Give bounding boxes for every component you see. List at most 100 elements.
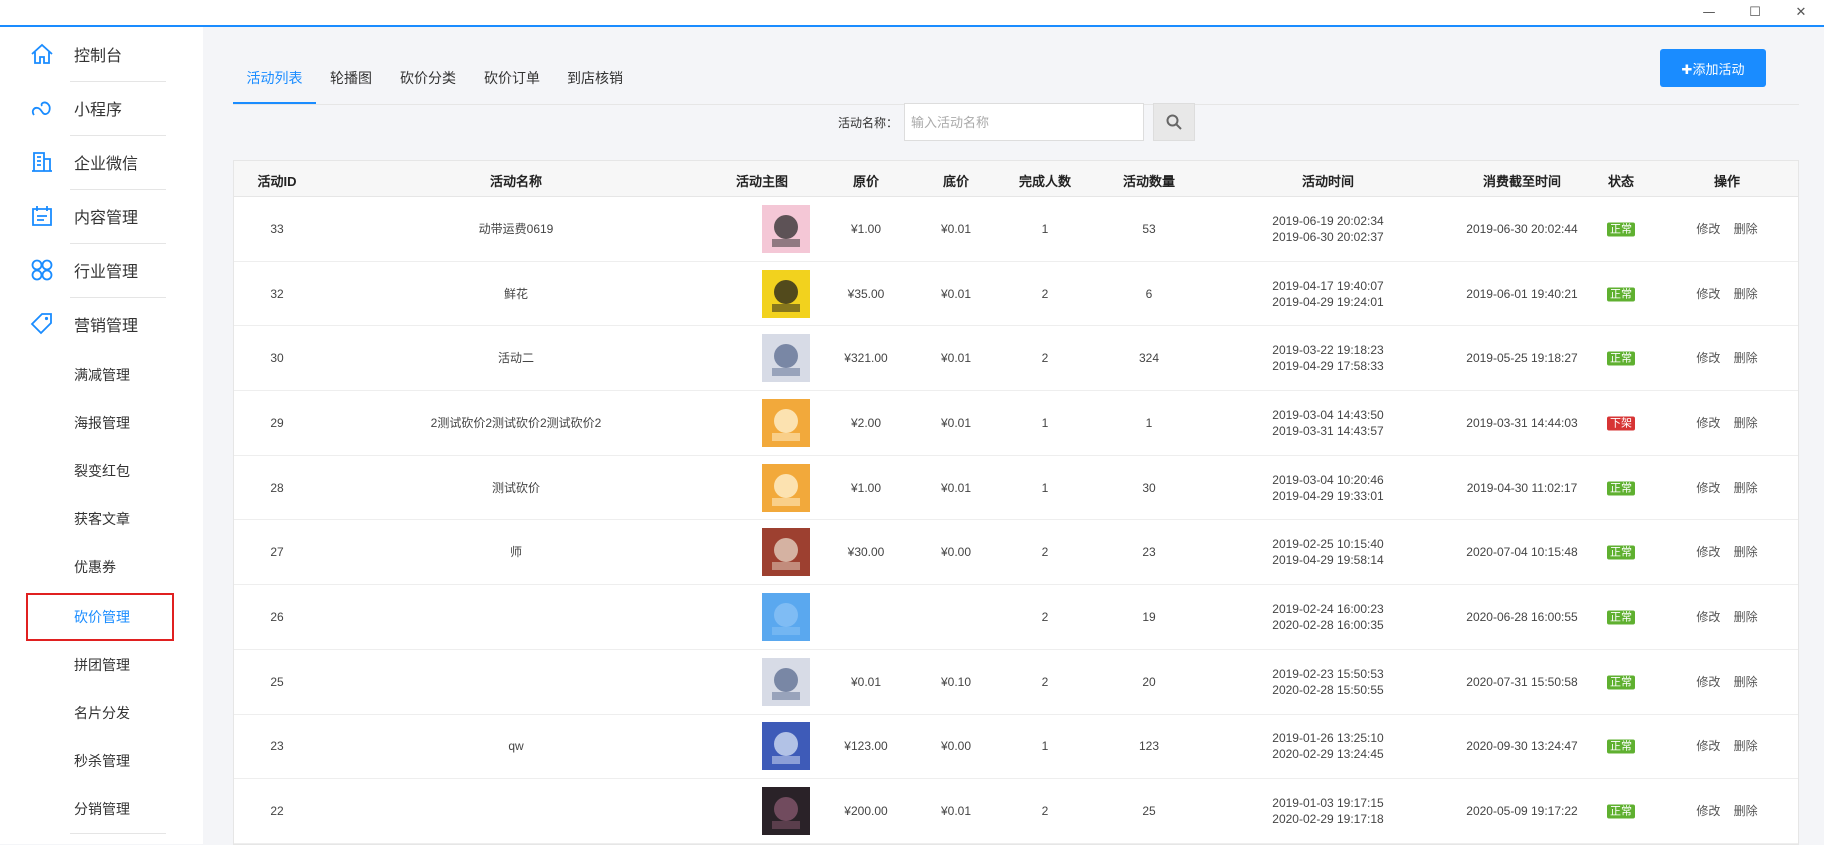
sidebar-item-wecom[interactable]: 企业微信	[0, 135, 203, 189]
end-time: 2020-02-28 16:00:35	[1272, 617, 1384, 632]
header-cell: 状态	[1607, 174, 1635, 189]
delete-link[interactable]: 删除	[1734, 481, 1758, 495]
sidebar-sub-item[interactable]: 分销管理	[0, 785, 203, 833]
header-cell: 活动主图	[735, 174, 789, 189]
edit-link[interactable]: 修改	[1696, 416, 1720, 430]
delete-link[interactable]: 删除	[1734, 222, 1758, 236]
edit-link[interactable]: 修改	[1696, 610, 1720, 624]
minimize-icon[interactable]: —	[1686, 0, 1732, 25]
tab-activity-list[interactable]: 活动列表	[233, 68, 316, 104]
sidebar-sub-item[interactable]: 海报管理	[0, 399, 203, 447]
cell-name: 2测试砍价2测试砍价2测试砍价2	[430, 415, 602, 430]
sidebar-item-marketing[interactable]: 营销管理	[0, 297, 203, 351]
cell-quantity: 20	[1142, 674, 1156, 689]
edit-link[interactable]: 修改	[1696, 287, 1720, 301]
sidebar-sub-item[interactable]: 获客文章	[0, 495, 203, 543]
edit-link[interactable]: 修改	[1696, 545, 1720, 559]
cell-floor-price: ¥0.01	[940, 221, 972, 236]
header-cell: 活动数量	[1122, 174, 1176, 189]
activity-image	[762, 592, 810, 641]
sidebar-sub-item[interactable]: 拼团管理	[0, 641, 203, 689]
search-button[interactable]	[1153, 103, 1196, 141]
edit-link[interactable]: 修改	[1696, 481, 1720, 495]
sidebar-sub-item[interactable]: 名片分发	[0, 689, 203, 737]
maximize-icon[interactable]: ☐	[1732, 0, 1778, 25]
cell-id: 22	[270, 804, 284, 819]
add-activity-button[interactable]: ✚添加活动	[1660, 49, 1766, 87]
cell-expire-time: 2019-06-01 19:40:21	[1466, 286, 1578, 301]
home-icon	[31, 43, 53, 64]
sidebar-sub-label: 海报管理	[74, 415, 130, 431]
table-row: 30 活动二 ¥321.00 ¥0.01 2 324 2019-03-22 19:18:23…	[234, 326, 1798, 392]
cell-expire-time: 2019-05-25 19:18:27	[1466, 351, 1578, 366]
edit-link[interactable]: 修改	[1696, 804, 1720, 818]
close-icon[interactable]: ✕	[1778, 0, 1824, 25]
cell-activity-time: 2019-02-23 15:50:53 2020-02-28 15:50:55	[1272, 666, 1383, 698]
cell-floor-price: ¥0.01	[940, 286, 972, 301]
status-badge: 正常	[1607, 287, 1635, 302]
edit-link[interactable]: 修改	[1696, 675, 1720, 689]
delete-link[interactable]: 删除	[1734, 804, 1758, 818]
tab-bar: 活动列表 轮播图 砍价分类 砍价订单 到店核销 ✚添加活动	[233, 45, 1799, 105]
table-row: 28 测试砍价 ¥1.00 ¥0.01 1 30 2019-03-04 10:20:46 20…	[234, 456, 1798, 521]
sidebar-item-mini-program[interactable]: 小程序	[0, 81, 203, 135]
delete-link[interactable]: 删除	[1734, 351, 1758, 365]
sidebar-item-industry[interactable]: 行业管理	[0, 243, 203, 297]
sidebar: 控制台 小程序 企业微信 内容管理 行业管理 营销管理 满减管理 海报管理 裂变…	[0, 27, 203, 844]
cell-id: 27	[270, 545, 284, 560]
sidebar-sub-label: 获客文章	[74, 511, 130, 527]
cell-completed: 1	[1041, 221, 1049, 236]
sidebar-sub-item[interactable]: 秒杀管理	[0, 737, 203, 785]
grid-icon	[31, 259, 53, 281]
search-bar: 活动名称：	[838, 102, 1196, 142]
tab-store-verification[interactable]: 到店核销	[567, 68, 623, 104]
table-row: 32 鲜花 ¥35.00 ¥0.01 2 6 2019-04-17 19:40:07 2019…	[234, 262, 1798, 327]
end-time: 2019-03-31 14:43:57	[1272, 423, 1384, 438]
table-row: 23 qw ¥123.00 ¥0.00 1 123 2019-01-26 13:25:10 2…	[234, 715, 1798, 780]
cell-quantity: 25	[1142, 804, 1156, 819]
cell-price: ¥0.01	[850, 674, 882, 689]
tab-bargain-category[interactable]: 砍价分类	[400, 68, 456, 104]
sidebar-sub-item[interactable]: 满减管理	[0, 351, 203, 399]
status-badge: 正常	[1607, 351, 1635, 366]
activity-image	[762, 398, 810, 447]
cell-actions: 修改 删除	[1696, 674, 1757, 690]
sidebar-sub-item[interactable]: 裂变红包	[0, 447, 203, 495]
activity-table: 活动ID 活动名称 活动主图 原价 底价 完成人数 活动数量 活动时间 消费截至…	[233, 160, 1799, 845]
start-time: 2019-03-04 10:20:46	[1272, 472, 1384, 487]
sidebar-sub-label: 名片分发	[74, 705, 130, 721]
delete-link[interactable]: 删除	[1734, 739, 1758, 753]
cell-quantity: 123	[1138, 739, 1160, 754]
end-time: 2019-04-29 17:58:33	[1272, 359, 1384, 374]
cell-floor-price: ¥0.10	[940, 674, 972, 689]
delete-link[interactable]: 删除	[1734, 545, 1758, 559]
status-badge: 正常	[1607, 804, 1635, 819]
sidebar-item-content[interactable]: 内容管理	[0, 189, 203, 243]
sidebar-item-console[interactable]: 控制台	[0, 27, 203, 81]
header-cell: 原价	[852, 174, 880, 189]
cell-floor-price: ¥0.01	[940, 351, 972, 366]
delete-link[interactable]: 删除	[1734, 610, 1758, 624]
edit-link[interactable]: 修改	[1696, 739, 1720, 753]
table-row: 26 2 19 2019-02-24 16:00:23 2020-02-28 16:00…	[234, 585, 1798, 650]
cell-price: ¥321.00	[844, 351, 888, 366]
table-row: 33 动带运费0619 ¥1.00 ¥0.01 1 53 2019-06-19 20:02:…	[234, 197, 1798, 262]
cell-quantity: 6	[1145, 286, 1153, 301]
tab-bargain-orders[interactable]: 砍价订单	[484, 68, 540, 104]
activity-image	[762, 204, 810, 253]
table-row: 22 ¥200.00 ¥0.01 2 25 2019-01-03 19:17:15 2020…	[234, 779, 1798, 844]
cell-name: 鲜花	[503, 286, 528, 301]
cell-name: qw	[508, 739, 524, 754]
sidebar-sub-item[interactable]: 优惠券	[0, 543, 203, 591]
delete-link[interactable]: 删除	[1734, 675, 1758, 689]
edit-link[interactable]: 修改	[1696, 351, 1720, 365]
delete-link[interactable]: 删除	[1734, 287, 1758, 301]
tab-carousel[interactable]: 轮播图	[330, 68, 372, 104]
sidebar-sub-label: 秒杀管理	[74, 753, 130, 769]
edit-link[interactable]: 修改	[1696, 222, 1720, 236]
search-input[interactable]	[904, 103, 1145, 141]
cell-status: 正常	[1607, 803, 1635, 820]
table-body: 33 动带运费0619 ¥1.00 ¥0.01 1 53 2019-06-19 20:02:…	[234, 197, 1798, 844]
delete-link[interactable]: 删除	[1734, 416, 1758, 430]
cell-actions: 修改 删除	[1696, 480, 1757, 496]
